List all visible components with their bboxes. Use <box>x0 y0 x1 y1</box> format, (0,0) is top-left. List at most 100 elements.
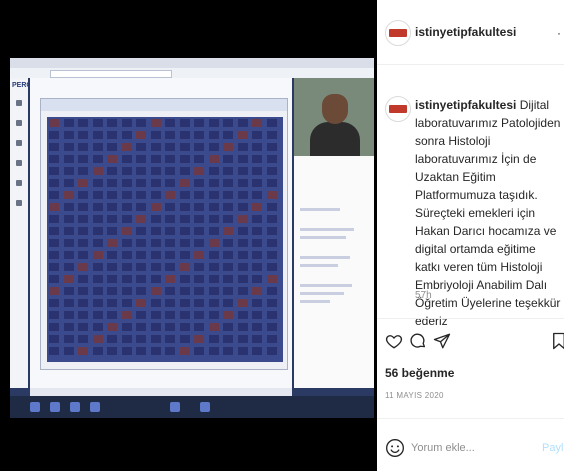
photo-left-rail <box>10 78 28 388</box>
photo-slide-thumb <box>194 191 204 199</box>
photo-slide-thumb <box>223 323 233 331</box>
photo-slide-thumb <box>92 239 103 247</box>
comment-input[interactable]: Yorum ekle... <box>411 442 475 454</box>
photo-slide-thumb <box>92 299 103 307</box>
paper-plane-icon[interactable] <box>433 332 451 350</box>
photo-slide-thumb <box>208 323 219 331</box>
photo-slide-thumb <box>194 263 204 271</box>
photo-slide-thumb <box>78 191 88 199</box>
photo-slide-thumb <box>121 287 132 295</box>
caption-avatar[interactable] <box>385 96 411 122</box>
brand-logo-icon <box>389 105 407 113</box>
photo-slide-thumb <box>107 335 117 343</box>
photo-slide-thumb <box>266 251 277 259</box>
photo-slide-thumb <box>150 155 161 163</box>
photo-slide-thumb <box>49 275 59 283</box>
photo-slide-thumb <box>121 311 132 319</box>
post-media[interactable]: PERC <box>0 0 377 471</box>
photo-slide-thumb <box>49 119 59 127</box>
photo-slide-thumb <box>165 323 175 331</box>
photo-slide-thumb <box>223 191 233 199</box>
caption-username[interactable]: istinyetipfakultesi <box>415 98 516 112</box>
photo-slide-thumb <box>194 167 204 175</box>
photo-slide-thumb <box>63 215 74 223</box>
photo-slide-thumb <box>63 287 74 295</box>
photo-slide-thumb <box>92 251 103 259</box>
photo-slide-thumb <box>179 131 190 139</box>
photo-slide-thumb <box>121 299 132 307</box>
photo-slide-thumb <box>150 335 161 343</box>
photo-slide-thumb <box>150 275 161 283</box>
header-divider <box>377 64 564 65</box>
photo-slide-thumb <box>49 131 59 139</box>
bookmark-icon[interactable] <box>551 332 564 350</box>
photo-slide-thumb <box>252 155 262 163</box>
photo-slide-thumb <box>107 215 117 223</box>
post-comment-button[interactable]: Payl <box>542 442 563 454</box>
brand-logo-icon <box>389 29 407 37</box>
photo-slide-thumb <box>165 155 175 163</box>
photo-slide-thumb <box>78 275 88 283</box>
photo-slide-thumb <box>107 299 117 307</box>
photo-slide-thumb <box>252 311 262 319</box>
comment-icon[interactable] <box>409 332 427 350</box>
photo-slide-thumb <box>252 119 262 127</box>
photo-slide-thumb <box>150 239 161 247</box>
photo-slide-thumb <box>92 275 103 283</box>
photo-slide-thumb <box>121 215 132 223</box>
photo-taskbar <box>10 396 374 418</box>
photo-slide-thumb <box>179 203 190 211</box>
photo-slide-thumb <box>237 143 248 151</box>
photo-slide-thumb <box>266 119 277 127</box>
photo-slide-thumb <box>107 155 117 163</box>
photo-slide-thumb <box>92 131 103 139</box>
photo-slide-thumb <box>237 311 248 319</box>
author-avatar[interactable] <box>385 20 411 46</box>
photo-slide-thumb <box>136 227 146 235</box>
photo-slide-thumb <box>179 299 190 307</box>
photo-slide-thumb <box>92 203 103 211</box>
smiley-icon[interactable] <box>385 438 405 458</box>
photo-slide-thumb <box>208 347 219 355</box>
photo-slide-thumb <box>223 347 233 355</box>
heart-icon[interactable] <box>385 332 403 350</box>
photo-slide-thumb <box>78 155 88 163</box>
photo-slide-thumb <box>136 131 146 139</box>
photo-slide-thumb <box>165 263 175 271</box>
photo-slide-thumb <box>179 179 190 187</box>
photo-slide-thumb <box>63 227 74 235</box>
photo-slide-thumb <box>150 263 161 271</box>
caption-time-ago: 57h <box>415 290 432 301</box>
photo-slide-thumb <box>63 311 74 319</box>
photo-slide-thumb <box>252 263 262 271</box>
photo-slide-thumb <box>194 323 204 331</box>
header-username[interactable]: istinyetipfakultesi <box>415 25 516 39</box>
photo-slide-thumb <box>266 155 277 163</box>
photo-slide-thumb <box>107 287 117 295</box>
photo-slide-thumb <box>194 203 204 211</box>
photo-slide-thumb <box>121 347 132 355</box>
photo-slide-thumb <box>208 167 219 175</box>
post-photo: PERC <box>10 58 374 418</box>
photo-slide-thumb <box>63 263 74 271</box>
photo-slide-thumb <box>208 119 219 127</box>
more-options-icon[interactable]: · <box>557 26 561 40</box>
photo-slide-thumb <box>223 263 233 271</box>
photo-slide-thumb <box>179 239 190 247</box>
photo-slide-thumb <box>121 191 132 199</box>
photo-slide-thumb <box>179 143 190 151</box>
photo-slide-thumb <box>266 335 277 343</box>
photo-slide-viewer <box>40 98 288 370</box>
photo-slide-thumb <box>107 311 117 319</box>
photo-slide-thumb <box>208 179 219 187</box>
photo-slide-thumb <box>266 323 277 331</box>
photo-slide-thumb <box>208 335 219 343</box>
photo-slide-thumb <box>208 155 219 163</box>
photo-slide-thumb <box>237 299 248 307</box>
photo-slide-thumb <box>266 263 277 271</box>
like-count[interactable]: 56 beğenme <box>385 366 454 380</box>
photo-slide-thumb <box>208 251 219 259</box>
photo-slide-thumb <box>208 287 219 295</box>
photo-slide-thumb <box>78 143 88 151</box>
photo-slide-thumb <box>78 203 88 211</box>
